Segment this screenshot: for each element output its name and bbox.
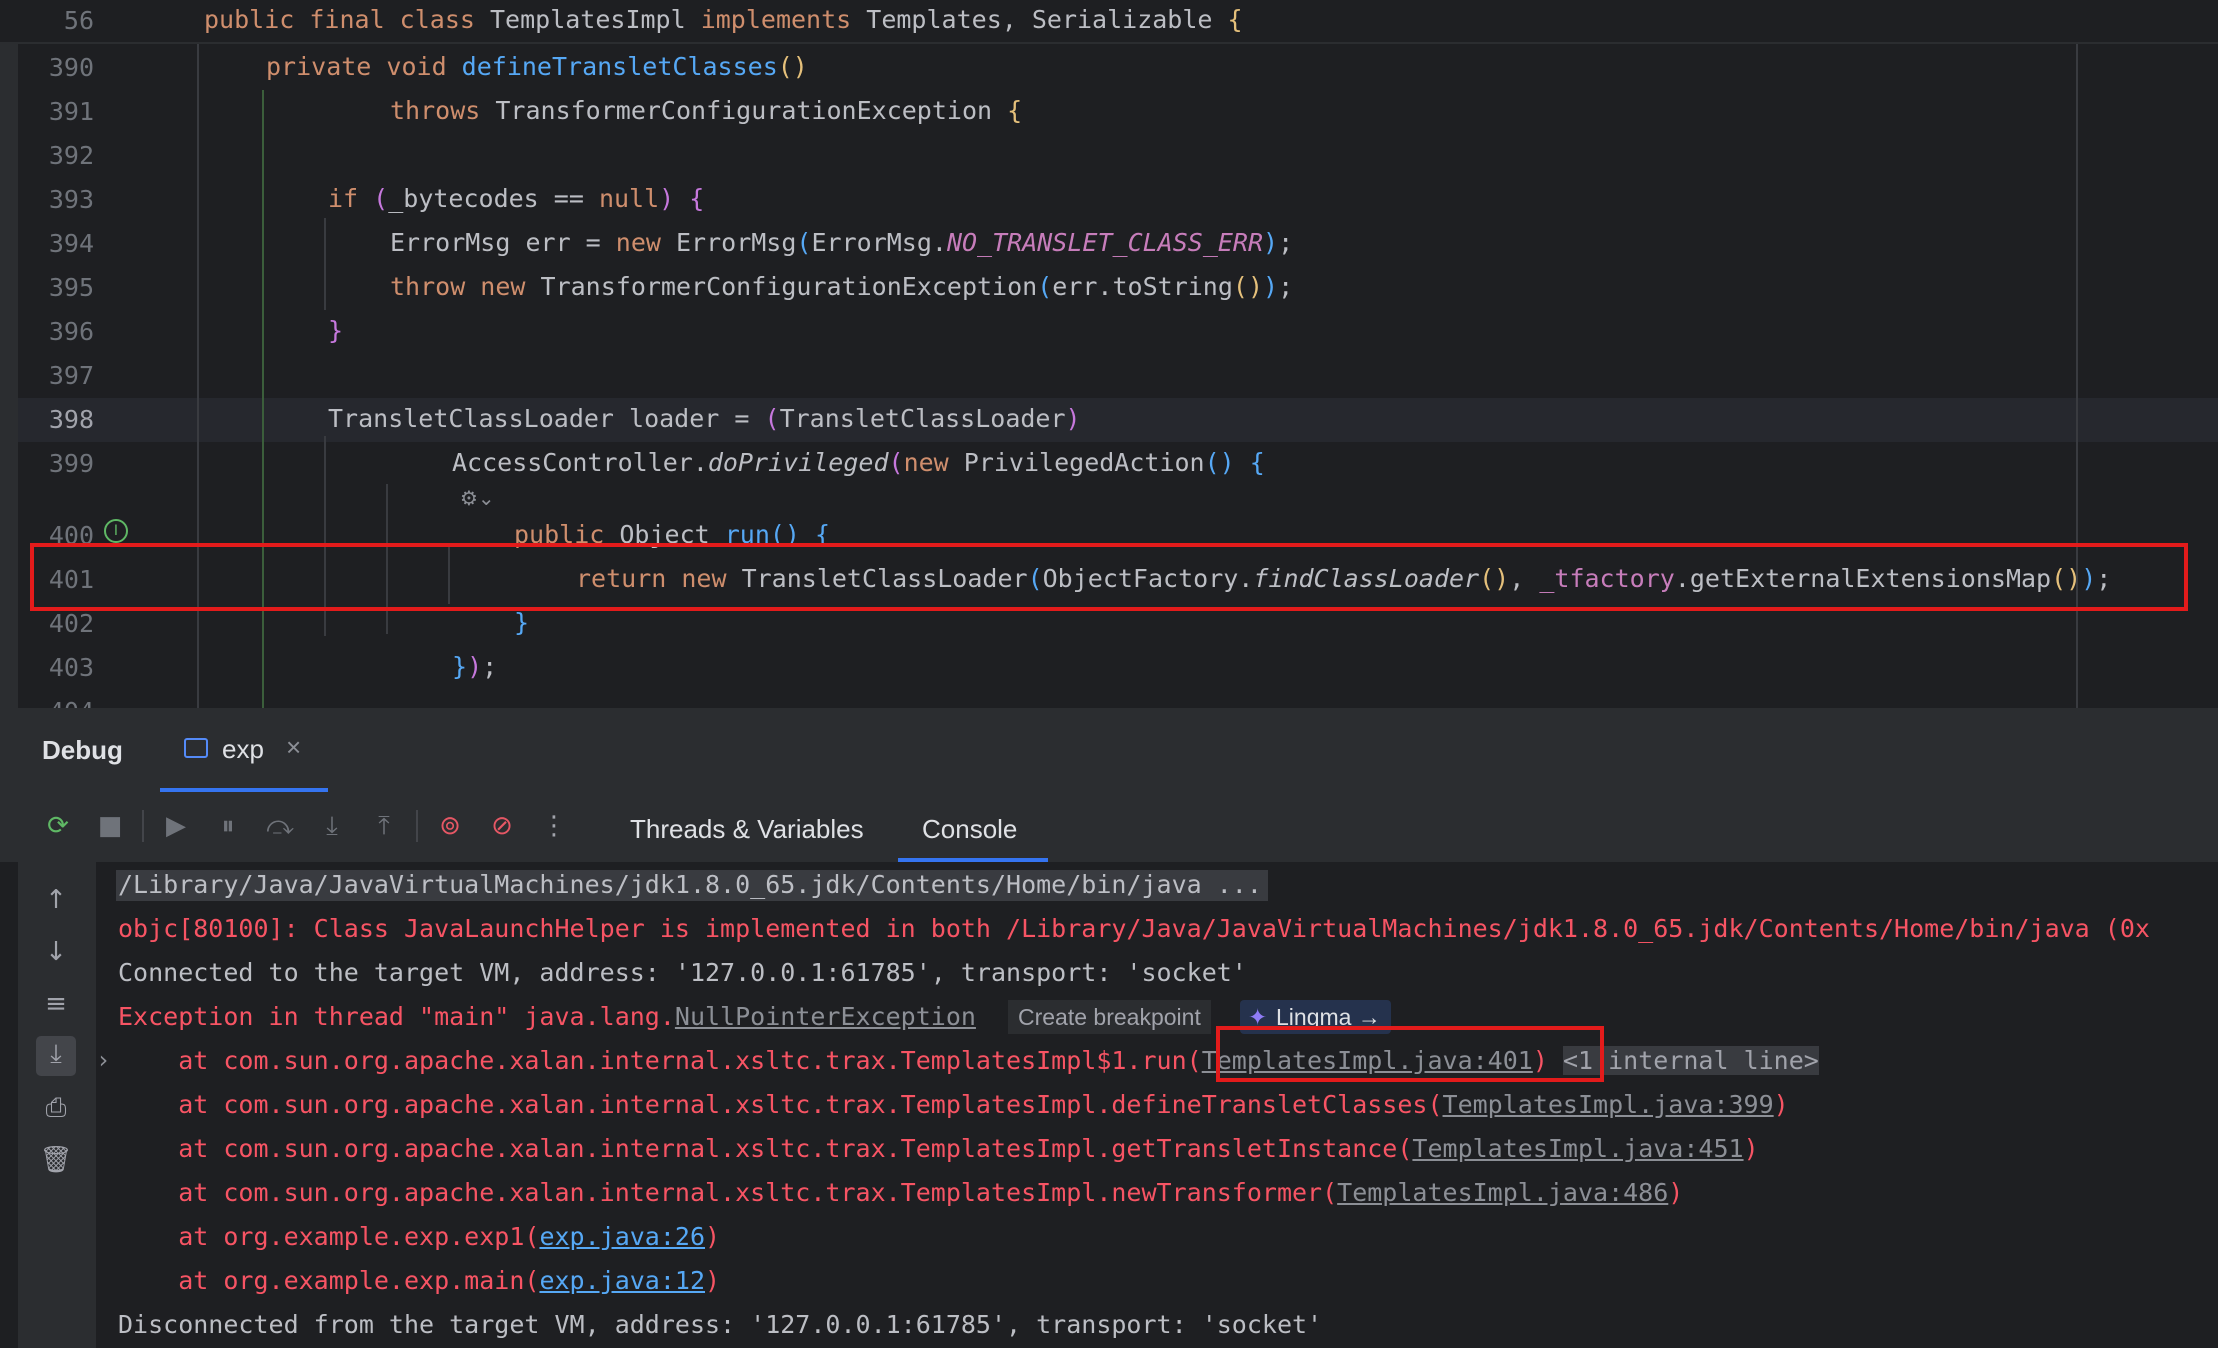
trash-icon[interactable]: 🗑 xyxy=(38,1142,74,1178)
ai-hint-icon[interactable]: ⚙⌄ xyxy=(460,486,495,510)
frame-link[interactable]: exp.java:26 xyxy=(539,1222,705,1251)
code-editor[interactable]: 56 public final class TemplatesImpl impl… xyxy=(0,0,2218,708)
frame-text: at com.sun.org.apache.xalan.internal.xsl… xyxy=(118,1134,1413,1163)
code-line: }); xyxy=(452,652,498,681)
indent-guide xyxy=(262,90,264,708)
tab-threads-variables[interactable]: Threads & Variables xyxy=(630,814,864,845)
rerun-icon[interactable]: ⟳ xyxy=(40,808,76,844)
frame-text: at org.example.exp.main( xyxy=(118,1266,540,1295)
line-number: 403 xyxy=(48,653,94,682)
exception-prefix: Exception in thread "main" java.lang. xyxy=(118,1002,675,1031)
toolbar-divider xyxy=(416,810,418,842)
indent-guide xyxy=(324,218,326,310)
implements-method-icon[interactable]: I xyxy=(104,519,128,543)
stack-frame: at com.sun.org.apache.xalan.internal.xsl… xyxy=(118,1178,1683,1207)
frame-link[interactable]: TemplatesImpl.java:399 xyxy=(1443,1090,1774,1119)
tab-console[interactable]: Console xyxy=(898,792,1048,862)
line-number: 391 xyxy=(48,97,94,126)
console-line: objc[80100]: Class JavaLaunchHelper is i… xyxy=(118,914,2150,943)
code-line: throw new TransformerConfigurationExcept… xyxy=(390,272,1294,301)
editor-left-strip xyxy=(0,0,18,708)
resume-icon[interactable]: ▶ xyxy=(158,808,194,844)
tab-console-label: Console xyxy=(922,814,1018,844)
code-line: throws TransformerConfigurationException… xyxy=(390,96,1023,125)
debug-tool-window-header: Debug exp × xyxy=(0,708,2218,792)
expand-chevron-icon[interactable]: › xyxy=(96,1046,110,1074)
frame-text: at com.sun.org.apache.xalan.internal.xsl… xyxy=(118,1046,1202,1075)
frame-text: ) xyxy=(1743,1134,1759,1163)
code-line: if (_bytecodes == null) { xyxy=(328,184,705,213)
frame-text: ) xyxy=(705,1222,721,1251)
line-number: 395 xyxy=(48,273,94,302)
highlight-box-frame-link xyxy=(1216,1026,1604,1082)
frame-link[interactable]: TemplatesImpl.java:451 xyxy=(1412,1134,1743,1163)
close-icon[interactable]: × xyxy=(286,732,301,763)
step-into-icon[interactable]: ⤓ xyxy=(314,808,350,844)
line-number: 397 xyxy=(48,361,94,390)
stack-frame: at com.sun.org.apache.xalan.internal.xsl… xyxy=(118,1134,1759,1163)
line-number: 392 xyxy=(48,141,94,170)
line-number: 404 xyxy=(18,697,94,708)
create-breakpoint-button[interactable]: Create breakpoint xyxy=(1008,1000,1211,1034)
frame-text: ) xyxy=(1773,1090,1789,1119)
sticky-code: public final class TemplatesImpl impleme… xyxy=(204,5,1243,34)
stack-frame: at com.sun.org.apache.xalan.internal.xsl… xyxy=(118,1090,1789,1119)
sticky-class-header[interactable]: 56 public final class TemplatesImpl impl… xyxy=(0,0,2218,44)
line-number: 390 xyxy=(48,53,94,82)
up-arrow-icon[interactable]: ↑ xyxy=(38,882,74,918)
console-line: Disconnected from the target VM, address… xyxy=(118,1310,1323,1339)
console-command-line[interactable]: /Library/Java/JavaVirtualMachines/jdk1.8… xyxy=(116,870,1268,901)
line-number-current: 398 xyxy=(48,405,94,434)
stack-frame: at org.example.exp.exp1(exp.java:26) xyxy=(118,1222,720,1251)
frame-text: ) xyxy=(1668,1178,1684,1207)
more-options-icon[interactable]: ⋮ xyxy=(536,808,572,844)
frame-link[interactable]: TemplatesImpl.java:486 xyxy=(1337,1178,1668,1207)
frame-text: ) xyxy=(705,1266,721,1295)
frame-link[interactable]: exp.java:12 xyxy=(539,1266,705,1295)
session-tab-label: exp xyxy=(222,734,264,764)
pause-icon[interactable]: ⏸ xyxy=(210,808,246,844)
code-line: private void defineTransletClasses() xyxy=(266,52,808,81)
step-over-icon[interactable]: ⤼ xyxy=(262,808,298,844)
exception-line: Exception in thread "main" java.lang.Nul… xyxy=(118,1002,976,1031)
code-line: } xyxy=(328,316,344,345)
scroll-to-end-icon[interactable]: ⤓ xyxy=(36,1036,76,1076)
stop-icon[interactable]: ■ xyxy=(92,808,128,844)
line-number: 56 xyxy=(63,6,94,35)
code-line: TransletClassLoader loader = (TransletCl… xyxy=(328,404,1081,433)
toolbar-divider xyxy=(142,810,144,842)
mute-breakpoints-icon[interactable]: ⊘ xyxy=(484,808,520,844)
code-line: ErrorMsg err = new ErrorMsg(ErrorMsg.NO_… xyxy=(390,228,1294,257)
exception-link[interactable]: NullPointerException xyxy=(675,1002,976,1031)
console-line: Connected to the target VM, address: '12… xyxy=(118,958,1247,987)
stack-frame: at org.example.exp.main(exp.java:12) xyxy=(118,1266,720,1295)
frame-text: at com.sun.org.apache.xalan.internal.xsl… xyxy=(118,1090,1443,1119)
frame-text: at org.example.exp.exp1( xyxy=(118,1222,540,1251)
console-window-icon xyxy=(184,738,208,758)
line-number: 402 xyxy=(48,609,94,638)
highlight-box-line-401 xyxy=(30,543,2188,611)
view-breakpoints-icon[interactable]: ⊚ xyxy=(432,808,468,844)
session-tab[interactable]: exp × xyxy=(160,718,328,792)
step-out-icon[interactable]: ⤒ xyxy=(366,808,402,844)
line-number: 396 xyxy=(48,317,94,346)
line-number: 394 xyxy=(48,229,94,258)
line-number: 399 xyxy=(48,449,94,478)
code-line: } xyxy=(514,608,530,637)
debug-title: Debug xyxy=(42,735,123,765)
print-icon[interactable]: ⎙ xyxy=(38,1090,74,1126)
frame-text: at com.sun.org.apache.xalan.internal.xsl… xyxy=(118,1178,1338,1207)
soft-wrap-icon[interactable]: ≡ xyxy=(38,986,74,1022)
code-line: AccessController.doPrivileged(new Privil… xyxy=(452,448,1265,477)
down-arrow-icon[interactable]: ↓ xyxy=(38,934,74,970)
line-number: 393 xyxy=(48,185,94,214)
